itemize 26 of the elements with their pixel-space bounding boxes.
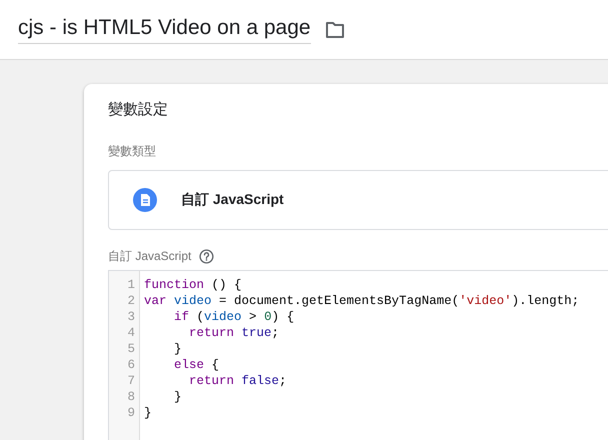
code-line: var video = document.getElementsByTagName('video').length;: [144, 293, 580, 309]
code-line: }: [173, 341, 183, 357]
line-number: 7: [126, 373, 136, 389]
code-line: return false;: [188, 373, 288, 389]
code-line: }: [144, 405, 153, 421]
code-line: else {: [173, 357, 220, 373]
line-number: 2: [126, 293, 136, 309]
variable-type-label: 變數類型: [108, 143, 157, 160]
code-line: function () {: [144, 277, 243, 293]
line-number: 3: [126, 309, 136, 325]
code-label: 自訂 JavaScript: [108, 248, 192, 265]
code-editor[interactable]: 1 2 3 4 5 6 7 8 9 function () { var video = document.getElementsByTagName('video').length; if (video > 0) { return true; } else { return false; } }: [108, 270, 608, 440]
line-number: 8: [126, 389, 136, 405]
code-line: return true;: [188, 325, 280, 341]
line-number: 4: [126, 325, 136, 341]
line-number: 6: [126, 357, 136, 373]
code-line: if (video > 0) {: [173, 309, 296, 325]
variable-type-selector[interactable]: 自訂 JavaScript: [108, 170, 608, 230]
code-line: }: [173, 389, 183, 405]
line-number: 5: [126, 341, 136, 357]
document-icon: [133, 188, 157, 212]
container-name-field[interactable]: cjs - is HTML5 Video on a page: [18, 16, 311, 44]
help-icon[interactable]: [199, 249, 214, 264]
line-number: 9: [126, 405, 136, 421]
card-title: 變數設定: [108, 100, 169, 119]
line-number: 1: [126, 277, 136, 293]
